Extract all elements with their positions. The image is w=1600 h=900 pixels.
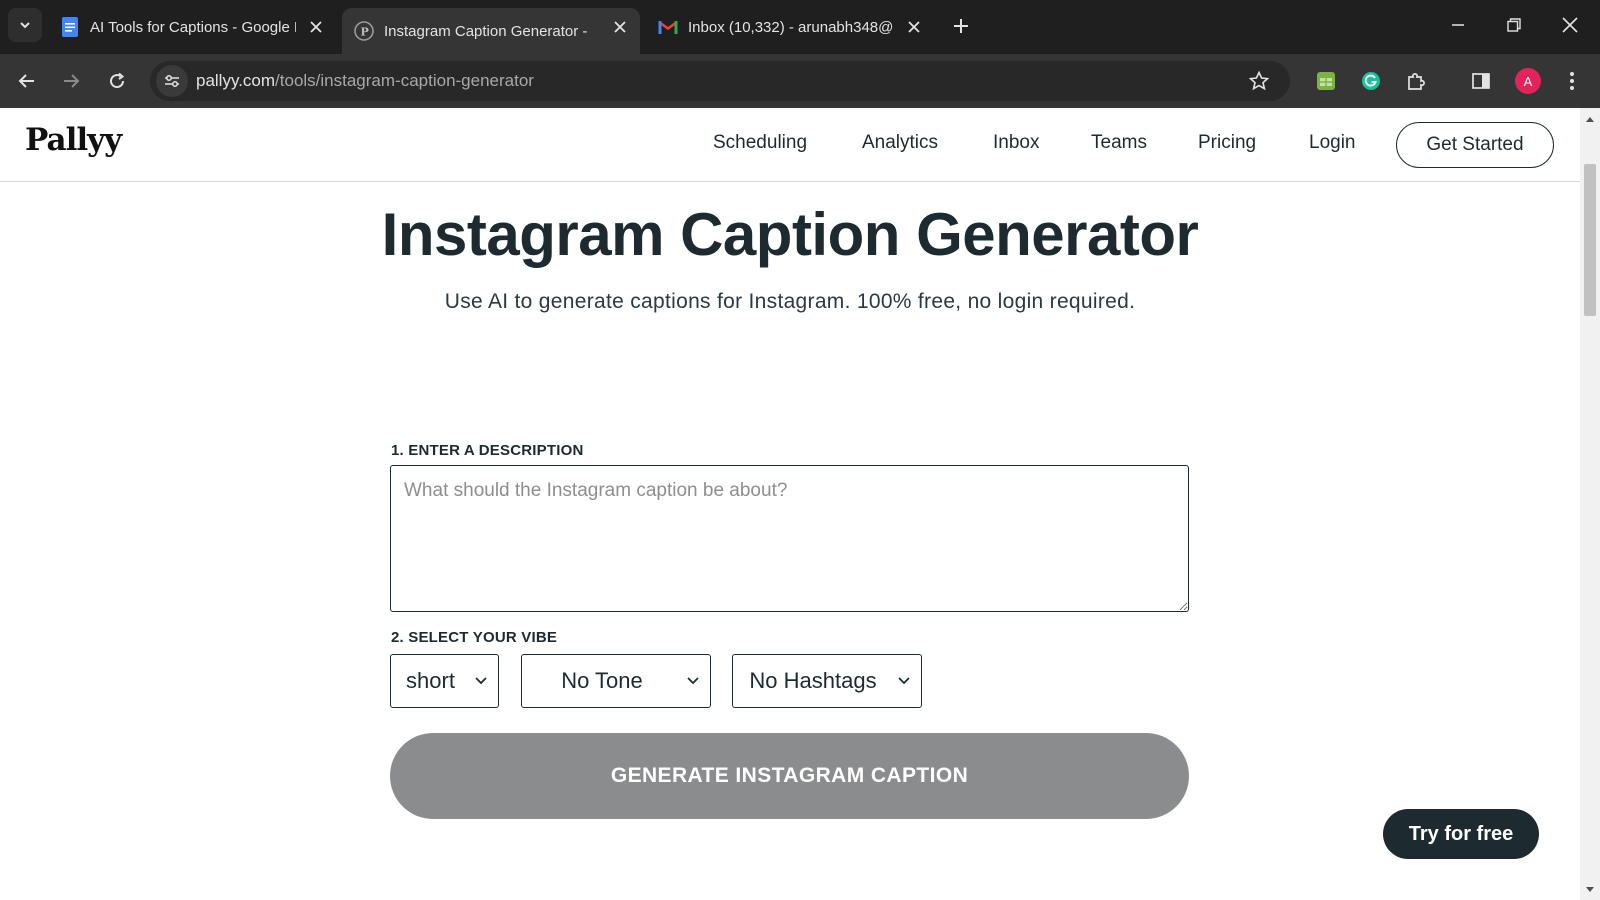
restore-button[interactable] xyxy=(1486,0,1542,50)
browser-toolbar: pallyy.com/tools/instagram-caption-gener… xyxy=(0,54,1600,108)
reload-button[interactable] xyxy=(102,66,132,96)
forward-button[interactable] xyxy=(56,66,86,96)
nav-teams[interactable]: Teams xyxy=(1091,132,1147,154)
tab-title: Inbox (10,332) - arunabh348@gmail.com xyxy=(688,18,894,36)
page-scrollbar[interactable] xyxy=(1580,108,1600,900)
scroll-up-arrow-icon[interactable] xyxy=(1585,114,1595,124)
pallyy-logo[interactable]: Pallyy xyxy=(25,122,122,158)
chevron-down-icon xyxy=(470,670,492,692)
tab-title: AI Tools for Captions - Google Docs xyxy=(90,18,296,36)
url-domain: pallyy.com xyxy=(196,71,276,90)
close-icon[interactable] xyxy=(904,17,924,37)
chevron-down-icon xyxy=(893,670,915,692)
nav-pricing[interactable]: Pricing xyxy=(1198,132,1256,154)
puzzle-icon xyxy=(1408,73,1425,90)
nav-login[interactable]: Login xyxy=(1309,132,1356,154)
nav-scheduling[interactable]: Scheduling xyxy=(713,132,807,154)
extensions-button[interactable] xyxy=(1402,67,1430,95)
nav-analytics[interactable]: Analytics xyxy=(862,132,938,154)
reload-icon xyxy=(110,72,125,89)
generate-caption-button[interactable]: GENERATE INSTAGRAM CAPTION xyxy=(390,733,1189,819)
tone-select-value: No Tone xyxy=(561,668,643,693)
vibe-label: 2. SELECT YOUR VIBE xyxy=(391,629,558,646)
nav-inbox[interactable]: Inbox xyxy=(993,132,1039,154)
get-started-button[interactable]: Get Started xyxy=(1396,122,1554,168)
arrow-right-icon xyxy=(64,74,80,88)
close-icon xyxy=(1562,17,1578,33)
bookmark-button[interactable] xyxy=(1248,70,1270,92)
hashtags-select-value: No Hashtags xyxy=(749,668,877,693)
length-select-value: short xyxy=(406,668,455,693)
extension-sheets[interactable] xyxy=(1312,67,1340,95)
minimize-button[interactable] xyxy=(1430,0,1486,50)
tab-title: Instagram Caption Generator - Pallyy xyxy=(384,22,590,40)
tune-icon xyxy=(165,75,179,87)
spreadsheet-extension-icon xyxy=(1317,72,1335,90)
site-header: Pallyy Scheduling Analytics Inbox Teams … xyxy=(0,108,1580,182)
site-info-button[interactable] xyxy=(156,65,188,97)
hashtags-select[interactable]: No Hashtags xyxy=(732,654,922,708)
new-tab-button[interactable] xyxy=(947,12,975,40)
side-panel-button[interactable] xyxy=(1467,67,1495,95)
page-viewport: Pallyy Scheduling Analytics Inbox Teams … xyxy=(0,108,1580,900)
browser-tab-bar: AI Tools for Captions - Google Docs P In… xyxy=(0,0,1600,54)
scrollbar-thumb[interactable] xyxy=(1584,164,1596,316)
extension-grammarly[interactable] xyxy=(1357,67,1385,95)
address-bar[interactable]: pallyy.com/tools/instagram-caption-gener… xyxy=(150,61,1290,101)
more-vertical-icon xyxy=(1570,72,1574,90)
pallyy-icon: P xyxy=(354,21,374,41)
tab-gmail-inbox[interactable]: Inbox (10,332) - arunabh348@gmail.com xyxy=(646,8,934,46)
google-docs-icon xyxy=(60,17,80,37)
minimize-icon xyxy=(1452,24,1464,26)
description-label: 1. ENTER A DESCRIPTION xyxy=(391,442,584,459)
tab-instagram-caption-generator[interactable]: P Instagram Caption Generator - Pallyy xyxy=(342,8,640,54)
close-icon[interactable] xyxy=(610,17,630,37)
browser-menu-button[interactable] xyxy=(1558,67,1586,95)
close-window-button[interactable] xyxy=(1542,0,1598,50)
gmail-icon xyxy=(658,17,678,37)
svg-text:P: P xyxy=(361,26,369,39)
chevron-down-icon xyxy=(20,22,30,29)
back-button[interactable] xyxy=(12,66,42,96)
page-subtitle: Use AI to generate captions for Instagra… xyxy=(444,290,1136,313)
arrow-left-icon xyxy=(18,74,34,88)
grammarly-icon xyxy=(1362,72,1380,90)
restore-icon xyxy=(1507,18,1521,32)
page-title: Instagram Caption Generator xyxy=(381,201,1199,268)
tab-google-docs[interactable]: AI Tools for Captions - Google Docs xyxy=(48,8,336,46)
tone-select[interactable]: No Tone xyxy=(521,654,711,708)
star-icon xyxy=(1249,71,1269,91)
profile-avatar[interactable]: A xyxy=(1515,68,1541,94)
close-icon[interactable] xyxy=(306,17,326,37)
scroll-down-arrow-icon[interactable] xyxy=(1585,884,1595,894)
description-input[interactable] xyxy=(390,465,1189,612)
plus-icon xyxy=(954,19,968,33)
length-select[interactable]: short xyxy=(390,654,499,708)
url-text: pallyy.com/tools/instagram-caption-gener… xyxy=(196,71,534,91)
tab-search-button[interactable] xyxy=(8,8,42,42)
chevron-down-icon xyxy=(682,670,704,692)
try-for-free-button[interactable]: Try for free xyxy=(1383,809,1539,859)
side-panel-icon xyxy=(1472,73,1490,89)
url-path: /tools/instagram-caption-generator xyxy=(275,71,534,90)
